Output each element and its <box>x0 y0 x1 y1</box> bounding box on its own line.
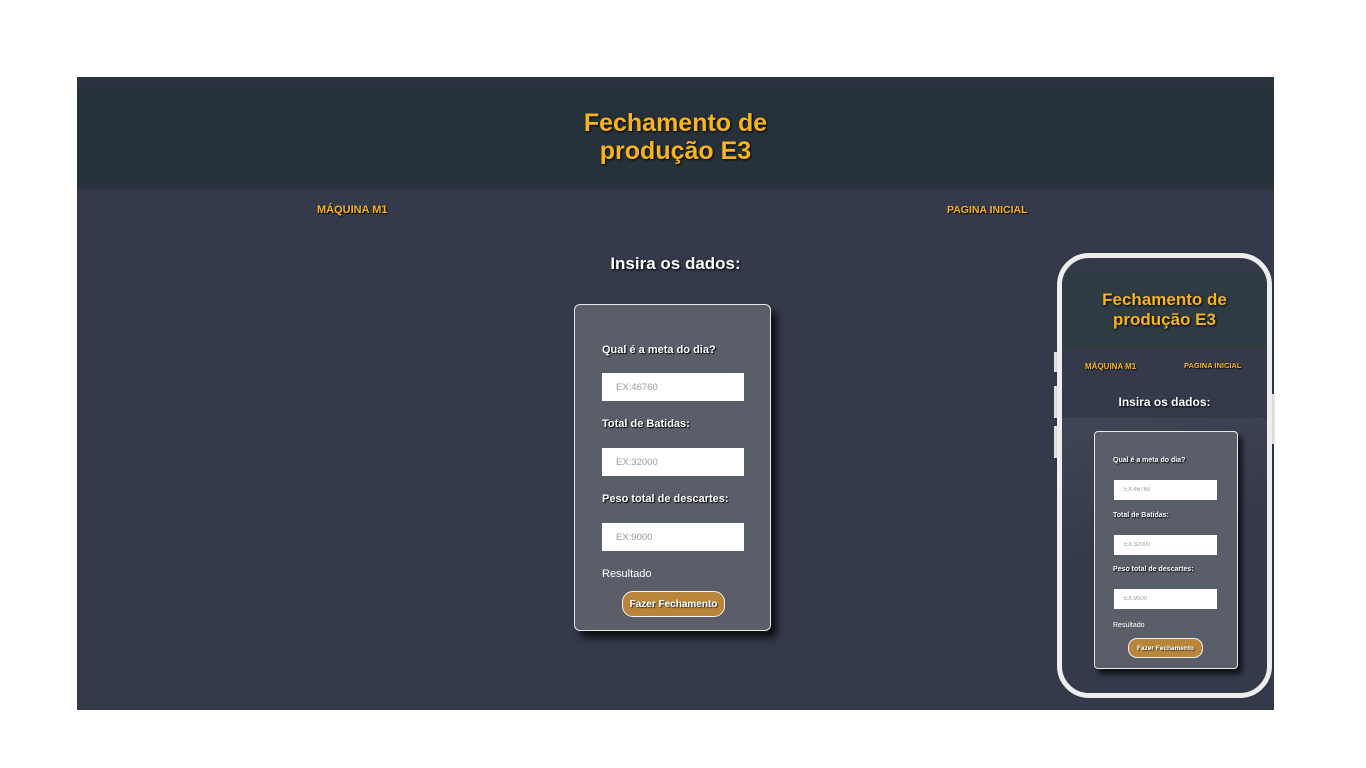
mobile-goal-label: Qual é a meta do dia? <box>1113 457 1186 464</box>
mobile-hits-input[interactable] <box>1114 535 1217 555</box>
phone-side-button <box>1272 394 1275 444</box>
hits-input[interactable] <box>602 448 744 476</box>
mobile-hits-label: Total de Batidas: <box>1113 512 1169 519</box>
nav-link-machine-m1[interactable]: MÁQUINA M1 <box>317 204 387 216</box>
mobile-preview: Fechamento de produção E3 MÁQUINA M1 PAG… <box>1057 253 1272 698</box>
form-card: Qual é a meta do dia? Total de Batidas: … <box>574 304 771 631</box>
mobile-page-header: Fechamento de produção E3 <box>1062 272 1267 348</box>
mobile-submit-button[interactable]: Fazer Fechamento <box>1128 638 1203 658</box>
mobile-nav-link-machine-m1[interactable]: MÁQUINA M1 <box>1085 362 1136 371</box>
mobile-page-title: Fechamento de produção E3 <box>1102 290 1227 329</box>
mobile-form-card: Qual é a meta do dia? Total de Batidas: … <box>1094 431 1238 669</box>
page-title: Fechamento de produção E3 <box>583 108 768 165</box>
nav-link-home[interactable]: PAGINA INICIAL <box>947 204 1028 216</box>
discard-weight-label: Peso total de descartes: <box>602 493 729 505</box>
nav-divider <box>77 184 1274 190</box>
page-header: Fechamento de produção E3 <box>77 89 1274 184</box>
discard-weight-input[interactable] <box>602 523 744 551</box>
mobile-discard-weight-input[interactable] <box>1114 589 1217 609</box>
top-strip <box>77 77 1274 89</box>
goal-label: Qual é a meta do dia? <box>602 344 716 356</box>
mobile-result-text: Resultado <box>1113 622 1145 629</box>
mobile-discard-weight-label: Peso total de descartes: <box>1113 566 1194 573</box>
result-text: Resultado <box>602 568 652 580</box>
submit-button[interactable]: Fazer Fechamento <box>622 591 725 617</box>
mobile-nav-link-home[interactable]: PAGINA INICIAL <box>1184 361 1242 370</box>
hits-label: Total de Batidas: <box>602 418 690 430</box>
mobile-form-heading: Insira os dados: <box>1118 395 1211 409</box>
mobile-goal-input[interactable] <box>1114 480 1217 500</box>
goal-input[interactable] <box>602 373 744 401</box>
